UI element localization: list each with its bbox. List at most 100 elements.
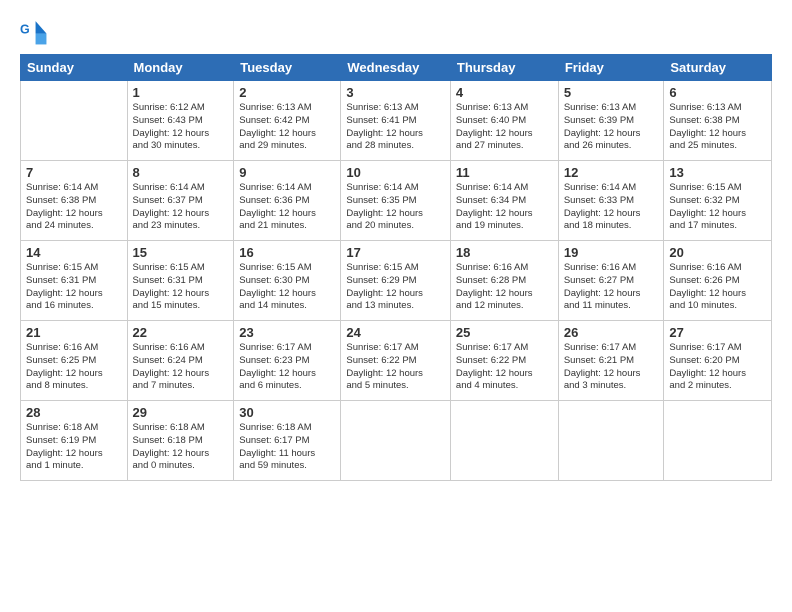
calendar-cell [341, 401, 451, 481]
day-info: Sunrise: 6:13 AM Sunset: 6:40 PM Dayligh… [456, 102, 553, 153]
day-info: Sunrise: 6:14 AM Sunset: 6:36 PM Dayligh… [239, 182, 335, 233]
calendar-cell: 21 Sunrise: 6:16 AM Sunset: 6:25 PM Dayli… [21, 321, 128, 401]
day-info: Sunrise: 6:14 AM Sunset: 6:38 PM Dayligh… [26, 182, 122, 233]
calendar-cell: 10 Sunrise: 6:14 AM Sunset: 6:35 PM Dayli… [341, 161, 451, 241]
calendar-cell: 25 Sunrise: 6:17 AM Sunset: 6:22 PM Dayli… [450, 321, 558, 401]
day-number: 20 [669, 245, 766, 260]
calendar-cell: 18 Sunrise: 6:16 AM Sunset: 6:28 PM Dayli… [450, 241, 558, 321]
day-info: Sunrise: 6:13 AM Sunset: 6:39 PM Dayligh… [564, 102, 659, 153]
week-row-2: 14 Sunrise: 6:15 AM Sunset: 6:31 PM Dayli… [21, 241, 772, 321]
day-number: 22 [133, 325, 229, 340]
calendar-cell: 26 Sunrise: 6:17 AM Sunset: 6:21 PM Dayli… [558, 321, 664, 401]
calendar-cell: 7 Sunrise: 6:14 AM Sunset: 6:38 PM Daylig… [21, 161, 128, 241]
calendar-cell: 2Sunrise: 6:13 AM Sunset: 6:42 PM Daylig… [234, 81, 341, 161]
day-number: 19 [564, 245, 659, 260]
calendar-cell: 11 Sunrise: 6:14 AM Sunset: 6:34 PM Dayli… [450, 161, 558, 241]
day-number: 28 [26, 405, 122, 420]
calendar-cell: 15 Sunrise: 6:15 AM Sunset: 6:31 PM Dayli… [127, 241, 234, 321]
day-info: Sunrise: 6:18 AM Sunset: 6:19 PM Dayligh… [26, 422, 122, 473]
calendar-cell: 17 Sunrise: 6:15 AM Sunset: 6:29 PM Dayli… [341, 241, 451, 321]
day-info: Sunrise: 6:14 AM Sunset: 6:37 PM Dayligh… [133, 182, 229, 233]
week-row-4: 28 Sunrise: 6:18 AM Sunset: 6:19 PM Dayli… [21, 401, 772, 481]
day-info: Sunrise: 6:13 AM Sunset: 6:38 PM Dayligh… [669, 102, 766, 153]
calendar-cell: 8 Sunrise: 6:14 AM Sunset: 6:37 PM Daylig… [127, 161, 234, 241]
svg-text:G: G [20, 23, 30, 37]
week-row-0: 1 Sunrise: 6:12 AM Sunset: 6:43 PM Daylig… [21, 81, 772, 161]
calendar-cell: 13Sunrise: 6:15 AM Sunset: 6:32 PM Dayli… [664, 161, 772, 241]
day-number: 21 [26, 325, 122, 340]
week-row-3: 21 Sunrise: 6:16 AM Sunset: 6:25 PM Dayli… [21, 321, 772, 401]
day-info: Sunrise: 6:16 AM Sunset: 6:25 PM Dayligh… [26, 342, 122, 393]
weekday-header-monday: Monday [127, 55, 234, 81]
day-number: 1 [133, 85, 229, 100]
calendar-cell [21, 81, 128, 161]
day-info: Sunrise: 6:17 AM Sunset: 6:22 PM Dayligh… [456, 342, 553, 393]
day-number: 17 [346, 245, 445, 260]
weekday-header-friday: Friday [558, 55, 664, 81]
day-number: 27 [669, 325, 766, 340]
day-number: 9 [239, 165, 335, 180]
day-number: 18 [456, 245, 553, 260]
day-info: Sunrise: 6:15 AM Sunset: 6:30 PM Dayligh… [239, 262, 335, 313]
day-info: Sunrise: 6:14 AM Sunset: 6:33 PM Dayligh… [564, 182, 659, 233]
day-info: Sunrise: 6:18 AM Sunset: 6:18 PM Dayligh… [133, 422, 229, 473]
day-info: Sunrise: 6:17 AM Sunset: 6:22 PM Dayligh… [346, 342, 445, 393]
calendar-cell: 14 Sunrise: 6:15 AM Sunset: 6:31 PM Dayli… [21, 241, 128, 321]
day-info: Sunrise: 6:16 AM Sunset: 6:28 PM Dayligh… [456, 262, 553, 313]
calendar-cell: 22 Sunrise: 6:16 AM Sunset: 6:24 PM Dayli… [127, 321, 234, 401]
weekday-header-thursday: Thursday [450, 55, 558, 81]
calendar-cell: 23 Sunrise: 6:17 AM Sunset: 6:23 PM Dayli… [234, 321, 341, 401]
calendar-cell: 6 Sunrise: 6:13 AM Sunset: 6:38 PM Daylig… [664, 81, 772, 161]
day-number: 2 [239, 85, 335, 100]
calendar-cell: 19 Sunrise: 6:16 AM Sunset: 6:27 PM Dayli… [558, 241, 664, 321]
day-info: Sunrise: 6:17 AM Sunset: 6:23 PM Dayligh… [239, 342, 335, 393]
calendar-cell [558, 401, 664, 481]
day-number: 4 [456, 85, 553, 100]
calendar-cell: 29Sunrise: 6:18 AM Sunset: 6:18 PM Dayli… [127, 401, 234, 481]
day-info: Sunrise: 6:15 AM Sunset: 6:32 PM Dayligh… [669, 182, 766, 233]
weekday-header-tuesday: Tuesday [234, 55, 341, 81]
day-number: 11 [456, 165, 553, 180]
day-info: Sunrise: 6:14 AM Sunset: 6:34 PM Dayligh… [456, 182, 553, 233]
day-number: 23 [239, 325, 335, 340]
weekday-header-saturday: Saturday [664, 55, 772, 81]
calendar-table: SundayMondayTuesdayWednesdayThursdayFrid… [20, 54, 772, 481]
weekday-header-sunday: Sunday [21, 55, 128, 81]
day-info: Sunrise: 6:15 AM Sunset: 6:31 PM Dayligh… [133, 262, 229, 313]
day-info: Sunrise: 6:14 AM Sunset: 6:35 PM Dayligh… [346, 182, 445, 233]
day-number: 3 [346, 85, 445, 100]
page-header: G [20, 18, 772, 46]
logo: G [20, 18, 52, 46]
calendar-cell: 24 Sunrise: 6:17 AM Sunset: 6:22 PM Dayli… [341, 321, 451, 401]
day-info: Sunrise: 6:12 AM Sunset: 6:43 PM Dayligh… [133, 102, 229, 153]
day-info: Sunrise: 6:15 AM Sunset: 6:29 PM Dayligh… [346, 262, 445, 313]
day-number: 10 [346, 165, 445, 180]
day-number: 5 [564, 85, 659, 100]
calendar-cell [450, 401, 558, 481]
day-number: 6 [669, 85, 766, 100]
day-number: 8 [133, 165, 229, 180]
calendar-cell: 9 Sunrise: 6:14 AM Sunset: 6:36 PM Daylig… [234, 161, 341, 241]
day-number: 14 [26, 245, 122, 260]
day-info: Sunrise: 6:16 AM Sunset: 6:27 PM Dayligh… [564, 262, 659, 313]
calendar-cell: 1 Sunrise: 6:12 AM Sunset: 6:43 PM Daylig… [127, 81, 234, 161]
day-info: Sunrise: 6:17 AM Sunset: 6:20 PM Dayligh… [669, 342, 766, 393]
day-info: Sunrise: 6:18 AM Sunset: 6:17 PM Dayligh… [239, 422, 335, 473]
calendar-cell: 28 Sunrise: 6:18 AM Sunset: 6:19 PM Dayli… [21, 401, 128, 481]
day-info: Sunrise: 6:17 AM Sunset: 6:21 PM Dayligh… [564, 342, 659, 393]
day-number: 15 [133, 245, 229, 260]
day-number: 24 [346, 325, 445, 340]
day-info: Sunrise: 6:16 AM Sunset: 6:26 PM Dayligh… [669, 262, 766, 313]
calendar-cell: 30Sunrise: 6:18 AM Sunset: 6:17 PM Dayli… [234, 401, 341, 481]
day-info: Sunrise: 6:16 AM Sunset: 6:24 PM Dayligh… [133, 342, 229, 393]
day-number: 7 [26, 165, 122, 180]
calendar-cell [664, 401, 772, 481]
day-number: 26 [564, 325, 659, 340]
calendar-cell: 5 Sunrise: 6:13 AM Sunset: 6:39 PM Daylig… [558, 81, 664, 161]
calendar-cell: 27 Sunrise: 6:17 AM Sunset: 6:20 PM Dayli… [664, 321, 772, 401]
day-info: Sunrise: 6:15 AM Sunset: 6:31 PM Dayligh… [26, 262, 122, 313]
day-number: 25 [456, 325, 553, 340]
day-info: Sunrise: 6:13 AM Sunset: 6:41 PM Dayligh… [346, 102, 445, 153]
week-row-1: 7 Sunrise: 6:14 AM Sunset: 6:38 PM Daylig… [21, 161, 772, 241]
calendar-cell: 4 Sunrise: 6:13 AM Sunset: 6:40 PM Daylig… [450, 81, 558, 161]
